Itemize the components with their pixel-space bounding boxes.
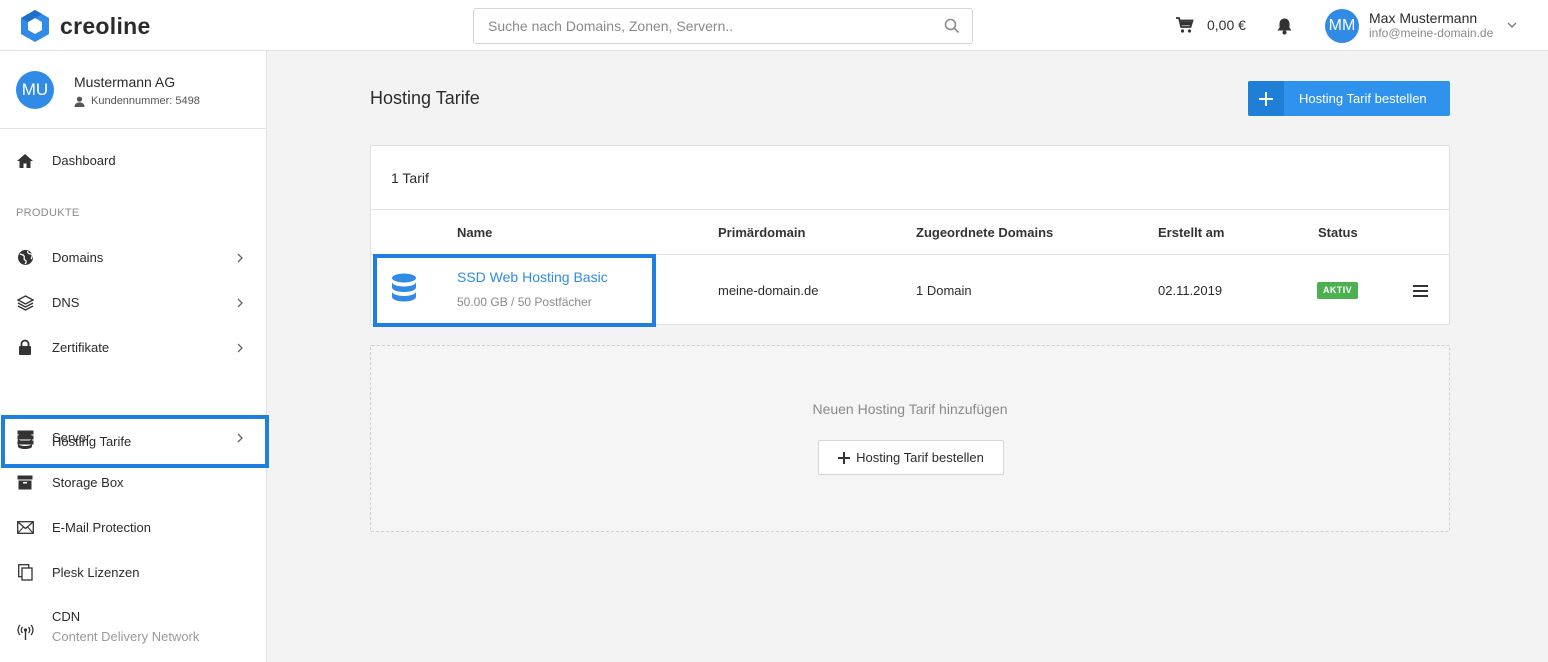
account-info[interactable]: MU Mustermann AG Kundennummer: 5498 [0,51,266,129]
sidebar-item-domains[interactable]: Domains [0,235,266,280]
brand-name: creoline [60,12,151,39]
search-icon[interactable] [944,18,960,34]
chevron-right-icon [237,298,243,307]
customer-number: Kundennummer: 5498 [74,95,200,107]
customer-number-text: Kundennummer: 5498 [91,95,200,107]
copy-icon [16,564,34,582]
sidebar-item-label: E-Mail Protection [52,520,151,535]
sidebar-item-storage-box[interactable]: Storage Box [0,460,266,505]
user-name: Max Mustermann [1369,10,1478,26]
created-cell: 02.11.2019 [1158,283,1223,298]
user-email: info@meine-domain.de [1369,26,1494,40]
add-hosting-text: Neuen Hosting Tarif hinzufügen [812,401,1008,417]
sidebar-item-label: Domains [52,250,104,265]
sidebar-item-sublabel: Content Delivery Network [52,629,200,644]
hosting-table-card: 1 Tarif Name Primärdomain Zugeordnete Do… [370,145,1450,327]
globe-icon [16,249,34,267]
sidebar-item-label: Server [52,430,91,445]
page-title: Hosting Tarife [370,88,480,108]
column-header-created[interactable]: Erstellt am [1158,225,1224,240]
sidebar-item-label: DNS [52,295,80,310]
column-header-status[interactable]: Status [1318,225,1358,240]
tarif-count: 1 Tarif [391,170,429,186]
sidebar-item-zertifikate[interactable]: Zertifikate [0,325,266,370]
search-box [473,8,973,44]
sidebar-item-plesk-lizenzen[interactable]: Plesk Lizenzen [0,550,266,595]
column-header-assigned-domains[interactable]: Zugeordnete Domains [916,225,1053,240]
sidebar-item-label: Zertifikate [52,340,110,355]
user-icon [74,96,85,107]
account-name: Mustermann AG [74,74,176,90]
archive-icon [16,474,34,492]
layers-icon [16,294,34,312]
home-icon [16,152,34,170]
section-title-products: PRODUKTE [16,207,80,219]
status-badge: AKTIV [1317,282,1358,299]
server-icon [16,429,34,447]
plus-icon [838,451,851,464]
cart-icon [1176,17,1194,33]
tarif-name-link[interactable]: SSD Web Hosting Basic [457,269,608,285]
logo[interactable]: creoline [18,9,151,43]
user-avatar: MM [1325,9,1359,43]
sidebar-item-email-protection[interactable]: E-Mail Protection [0,505,266,550]
search-input[interactable] [474,9,934,43]
tarif-details: 50.00 GB / 50 Postfächer [457,295,592,309]
cart[interactable]: 0,00 € [1175,16,1246,34]
sidebar-item-label: Storage Box [52,475,124,490]
cart-amount: 0,00 € [1207,17,1246,33]
creoline-logo-icon [21,10,49,42]
sidebar: MU Mustermann AG Kundennummer: 5498 Dash… [0,51,269,662]
chevron-right-icon [237,253,243,262]
plus-icon [1248,81,1284,116]
add-hosting-button-label: Hosting Tarif bestellen [856,450,984,465]
order-hosting-button[interactable]: Hosting Tarif bestellen [1248,81,1450,116]
sidebar-item-dashboard[interactable]: Dashboard [0,138,266,183]
table-header-bar: 1 Tarif [371,146,1449,210]
add-hosting-button[interactable]: Hosting Tarif bestellen [818,440,1004,475]
envelope-icon [16,519,34,537]
chevron-down-icon [1507,22,1517,28]
user-info: Max Mustermann info@meine-domain.de [1369,11,1493,41]
sidebar-item-label: CDN [52,609,81,624]
assigned-domains-cell: 1 Domain [916,283,972,298]
account-avatar: MU [16,71,54,109]
bell-icon[interactable] [1276,17,1293,35]
order-hosting-button-label: Hosting Tarif bestellen [1299,91,1427,106]
column-header-name[interactable]: Name [457,225,492,240]
hamburger-menu-icon[interactable] [1413,285,1428,297]
tarif-name-cell[interactable]: SSD Web Hosting Basic 50.00 GB / 50 Post… [373,254,656,327]
broadcast-icon [16,623,34,641]
lock-icon [16,339,34,357]
chevron-right-icon [237,343,243,352]
chevron-right-icon [237,433,243,442]
sidebar-item-label: Dashboard [52,153,116,168]
sidebar-item-cdn[interactable]: CDN Content Delivery Network [0,604,266,660]
sidebar-item-label: Plesk Lizenzen [52,565,140,580]
sidebar-item-dns[interactable]: DNS [0,280,266,325]
add-hosting-area: Neuen Hosting Tarif hinzufügen Hosting T… [370,345,1450,532]
sidebar-item-server[interactable]: Server [0,415,266,460]
database-icon [392,273,416,302]
primary-domain-cell: meine-domain.de [718,283,819,298]
top-bar: creoline 0,00 € MM Max Mustermann info@m… [0,0,1548,51]
column-header-primary-domain[interactable]: Primärdomain [718,225,805,240]
user-menu[interactable]: MM Max Mustermann info@meine-domain.de [1325,9,1517,43]
